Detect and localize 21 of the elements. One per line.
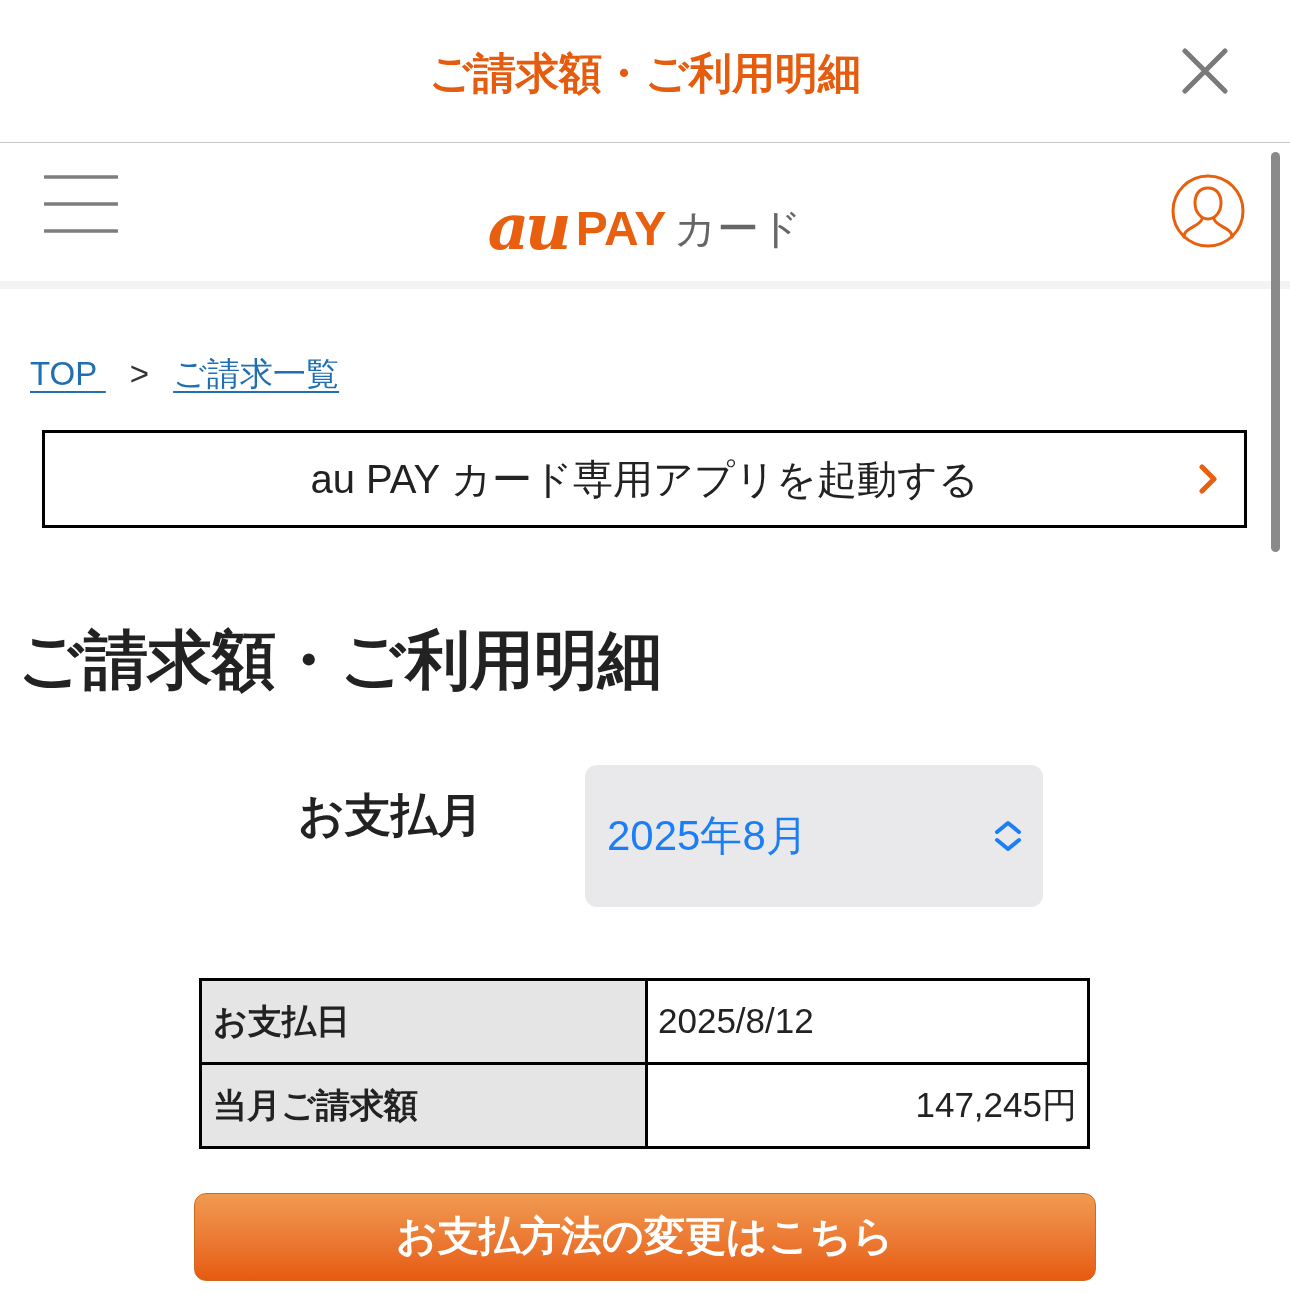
payment-month-select[interactable]: 2025年8月 [585, 765, 1043, 907]
table-header-cell: お支払日 [202, 981, 648, 1062]
table-cell-text: 2025/8/12 [657, 1000, 815, 1043]
payment-month-label: お支払月 [298, 792, 483, 838]
table-cell-text: 147,245円 [914, 1084, 1078, 1127]
change-payment-method-button[interactable]: お支払方法の変更はこちら [194, 1193, 1096, 1281]
user-account-icon[interactable] [1171, 174, 1245, 248]
breadcrumb-link[interactable]: TOP [30, 356, 106, 390]
close-icon[interactable] [1182, 48, 1228, 94]
breadcrumb-link[interactable]: ご請求一覧 [173, 356, 340, 390]
page-heading: ご請求額・ご利用明細 [18, 628, 662, 692]
logo-wordmark: PAY [575, 205, 667, 253]
up-down-chevron-icon [993, 820, 1023, 852]
menu-icon[interactable] [44, 175, 118, 233]
logo-mark: au [487, 201, 568, 253]
table-header-cell: 当月ご請求額 [202, 1065, 648, 1146]
launch-app-button[interactable]: au PAY カード専用アプリを起動する [42, 430, 1247, 528]
breadcrumb-separator: > [129, 356, 150, 390]
chevron-right-icon [1198, 464, 1218, 494]
modal-title: ご請求額・ご利用明細 [429, 47, 861, 95]
logo-suffix: カード [674, 205, 803, 253]
